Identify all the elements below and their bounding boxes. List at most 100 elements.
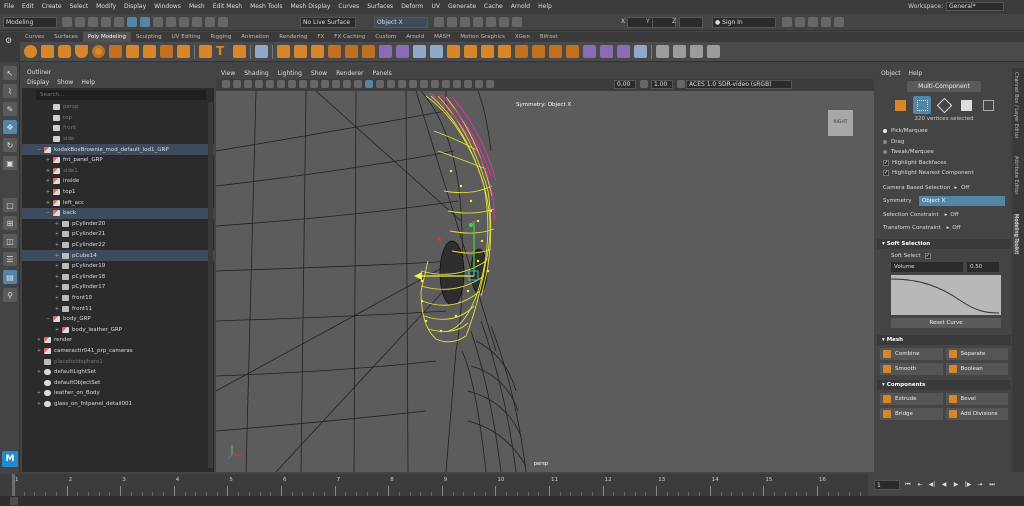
- snap-curve-icon[interactable]: [179, 17, 189, 27]
- select-component-icon[interactable]: [153, 17, 163, 27]
- paint-select-icon[interactable]: [690, 45, 703, 58]
- tab-modeling-toolkit[interactable]: Modeling Toolkit: [1013, 214, 1019, 255]
- check-option-highlight-nearest-component[interactable]: ✓ Highlight Nearest Component: [877, 168, 1011, 179]
- light-editor-icon[interactable]: [512, 17, 522, 27]
- outliner-menu-help[interactable]: Help: [81, 78, 95, 88]
- outliner-item[interactable]: side: [22, 134, 214, 145]
- poly-cube-icon[interactable]: [41, 45, 54, 58]
- wireframe-icon[interactable]: [343, 80, 351, 88]
- expand-toggle-icon[interactable]: +: [54, 327, 60, 333]
- outliner-item[interactable]: + pCylinder19: [22, 261, 214, 272]
- reduce-icon[interactable]: [413, 45, 426, 58]
- exposure-input[interactable]: 0.00: [614, 80, 636, 89]
- current-frame-marker[interactable]: [12, 474, 15, 496]
- transform-constraint-row[interactable]: Transform Constraint ▸ Off: [877, 223, 1011, 234]
- safe-action-icon[interactable]: [321, 80, 329, 88]
- expand-toggle-icon[interactable]: +: [54, 263, 60, 269]
- viewport-menu-show[interactable]: Show: [311, 69, 327, 79]
- expand-toggle-icon[interactable]: −: [45, 210, 51, 216]
- viewport-menu-panels[interactable]: Panels: [372, 69, 391, 79]
- menu-item-deform[interactable]: Deform: [397, 0, 427, 14]
- tab-channel-box[interactable]: Channel Box / Layer Editor: [1013, 72, 1019, 139]
- anti-aliasing-icon[interactable]: [431, 80, 439, 88]
- selection-constraint-row[interactable]: Selection Constraint ▸ Off: [877, 210, 1011, 221]
- outliner-item[interactable]: + side1: [22, 166, 214, 177]
- outliner-item[interactable]: + defaultLightSet: [22, 367, 214, 378]
- tab-xgen[interactable]: XGen: [510, 32, 535, 42]
- expand-toggle-icon[interactable]: +: [54, 306, 60, 312]
- combine-icon[interactable]: [277, 45, 290, 58]
- menu-item-edit[interactable]: Edit: [18, 0, 38, 14]
- outliner-item[interactable]: + leather_on_Body: [22, 388, 214, 399]
- menuset-dropdown[interactable]: Modeling: [3, 17, 57, 28]
- outliner-item[interactable]: − back: [22, 207, 214, 219]
- bridge-icon[interactable]: [481, 45, 494, 58]
- expand-toggle-icon[interactable]: +: [54, 221, 60, 227]
- multi-cut-icon[interactable]: [532, 45, 545, 58]
- tab-motion-graphics[interactable]: Motion Graphics: [455, 32, 510, 42]
- shadows-icon[interactable]: [398, 80, 406, 88]
- render-settings-icon[interactable]: [473, 17, 483, 27]
- outliner-item[interactable]: placeholdsphere1: [22, 356, 214, 367]
- tab-arnold[interactable]: Arnold: [401, 32, 429, 42]
- pick-option-pick-marquee[interactable]: Pick/Marquee: [877, 126, 1011, 137]
- menu-item-mesh-tools[interactable]: Mesh Tools: [246, 0, 286, 14]
- outliner-menu-display[interactable]: Display: [27, 78, 49, 88]
- viewport-menu-shading[interactable]: Shading: [244, 69, 268, 79]
- field-chart-icon[interactable]: [310, 80, 318, 88]
- edge-mode-icon[interactable]: [935, 96, 953, 114]
- retopologize-icon[interactable]: [447, 45, 460, 58]
- outliner-item[interactable]: persp: [22, 102, 214, 113]
- outliner-item[interactable]: + pCylinder18: [22, 272, 214, 283]
- connect-icon[interactable]: [566, 45, 579, 58]
- poly-cylinder-icon[interactable]: [58, 45, 71, 58]
- bookmark-icon[interactable]: [244, 80, 252, 88]
- mirror-icon[interactable]: [379, 45, 392, 58]
- boolean-union-icon[interactable]: [328, 45, 341, 58]
- new-scene-icon[interactable]: [62, 17, 72, 27]
- menu-item-curves[interactable]: Curves: [334, 0, 363, 14]
- outliner-item[interactable]: + glass_on_fntpanel_detail001: [22, 399, 214, 410]
- tab-fx-caching[interactable]: FX Caching: [329, 32, 370, 42]
- toolkit-menu-help[interactable]: Help: [909, 70, 923, 77]
- tab-rendering[interactable]: Rendering: [274, 32, 312, 42]
- outliner-item[interactable]: + pCylinder22: [22, 240, 214, 251]
- ambient-occlusion-icon[interactable]: [409, 80, 417, 88]
- outliner-search-input[interactable]: Search...: [36, 90, 206, 100]
- grid-toggle-icon[interactable]: [266, 80, 274, 88]
- bevel-icon[interactable]: [498, 45, 511, 58]
- camera-select-icon[interactable]: [222, 80, 230, 88]
- layout-side-icon[interactable]: ◫: [3, 234, 17, 248]
- menu-item-arnold[interactable]: Arnold: [507, 0, 534, 14]
- outliner-item[interactable]: + render: [22, 335, 214, 346]
- quad-draw-icon[interactable]: [583, 45, 596, 58]
- reset-curve-button[interactable]: Reset Curve: [891, 318, 1001, 328]
- snap-point-icon[interactable]: [192, 17, 202, 27]
- menu-item-display[interactable]: Display: [120, 0, 150, 14]
- soft-selection-header[interactable]: ▾ Soft Selection: [877, 238, 1011, 249]
- expand-toggle-icon[interactable]: −: [36, 147, 42, 153]
- gate-mask-icon[interactable]: [299, 80, 307, 88]
- expand-toggle-icon[interactable]: +: [54, 274, 60, 280]
- outliner-menu-show[interactable]: Show: [57, 78, 73, 88]
- boolean-button[interactable]: Boolean: [945, 363, 1008, 375]
- append-polygon-icon[interactable]: [515, 45, 528, 58]
- expand-toggle-icon[interactable]: +: [45, 178, 51, 184]
- outliner-item[interactable]: top: [22, 113, 214, 124]
- time-slider[interactable]: 1 2 3 4 5 6 7 8 9 10 11 12 13 14 15 16: [0, 474, 868, 496]
- poly-torus-icon[interactable]: [92, 45, 105, 58]
- menu-item-select[interactable]: Select: [66, 0, 93, 14]
- safe-title-icon[interactable]: [332, 80, 340, 88]
- extrude-icon[interactable]: [464, 45, 477, 58]
- combine-button[interactable]: Combine: [880, 348, 943, 360]
- insert-edge-loop-icon[interactable]: [656, 45, 669, 58]
- symmetry-dropdown[interactable]: Object X: [919, 196, 1005, 207]
- arnold-render-icon[interactable]: [499, 17, 509, 27]
- outliner-item[interactable]: + front10: [22, 293, 214, 304]
- go-to-start-icon[interactable]: ⏮: [904, 481, 912, 489]
- camera-based-selection-row[interactable]: Camera Based Selection ▸ Off: [877, 183, 1011, 194]
- outliner-item[interactable]: + top1: [22, 187, 214, 198]
- soft-select-checkbox[interactable]: ✓: [924, 252, 931, 259]
- menu-item-create[interactable]: Create: [38, 0, 66, 14]
- tab-custom[interactable]: Custom: [370, 32, 401, 42]
